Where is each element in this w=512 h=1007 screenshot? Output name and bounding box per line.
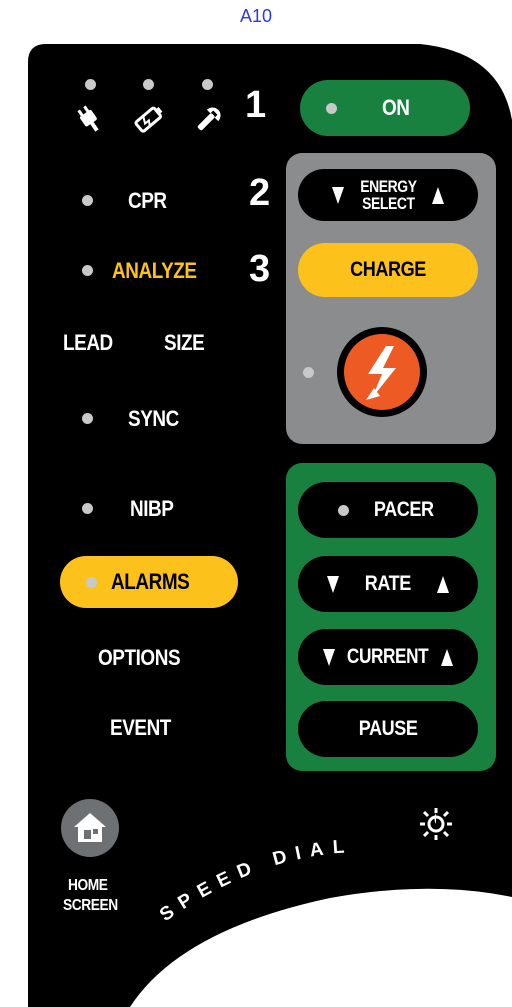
svg-text:SPEED DIAL: SPEED DIAL [156, 836, 354, 926]
speed-dial-label: SPEED DIAL [156, 836, 354, 926]
